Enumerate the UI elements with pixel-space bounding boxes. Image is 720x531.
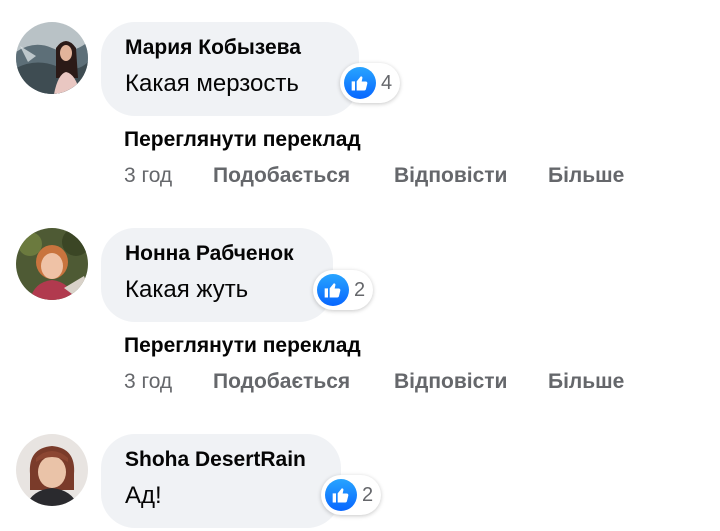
reaction-number: 4 bbox=[381, 71, 393, 94]
like-icon bbox=[344, 67, 376, 99]
avatar[interactable] bbox=[16, 22, 88, 94]
like-button[interactable]: Подобається bbox=[213, 370, 350, 394]
avatar[interactable] bbox=[16, 228, 88, 300]
see-translation-link[interactable]: Переглянути переклад bbox=[124, 128, 361, 152]
comment-author[interactable]: Нонна Рабченок bbox=[125, 241, 309, 267]
avatar[interactable] bbox=[16, 434, 88, 506]
reaction-count[interactable]: 2 bbox=[321, 475, 382, 515]
reaction-count[interactable]: 2 bbox=[313, 270, 374, 310]
comment-text: Ад! bbox=[125, 482, 162, 509]
like-button[interactable]: Подобається bbox=[213, 164, 350, 188]
comment-timestamp[interactable]: 3 год bbox=[124, 164, 172, 188]
more-button[interactable]: Більше bbox=[548, 370, 624, 394]
reaction-number: 2 bbox=[354, 278, 366, 301]
comment-timestamp[interactable]: 3 год bbox=[124, 370, 172, 394]
comment-bubble: Shoha DesertRain Ад! bbox=[101, 434, 341, 528]
see-translation-link[interactable]: Переглянути переклад bbox=[124, 334, 361, 358]
like-icon bbox=[317, 274, 349, 306]
reaction-number: 2 bbox=[362, 483, 374, 506]
like-icon bbox=[325, 479, 357, 511]
comment-bubble: Мария Кобызева Какая мерзость bbox=[101, 22, 359, 116]
comment-bubble: Нонна Рабченок Какая жуть bbox=[101, 228, 333, 322]
reply-button[interactable]: Відповісти bbox=[394, 164, 507, 188]
comment-text: Какая жуть bbox=[125, 276, 249, 303]
comments-feed: Мария Кобызева Какая мерзость 4 Переглян… bbox=[0, 0, 720, 531]
comment-author[interactable]: Мария Кобызева bbox=[125, 35, 335, 61]
reaction-count[interactable]: 4 bbox=[340, 63, 401, 103]
more-button[interactable]: Більше bbox=[548, 164, 624, 188]
reply-button[interactable]: Відповісти bbox=[394, 370, 507, 394]
comment-author[interactable]: Shoha DesertRain bbox=[125, 447, 317, 473]
comment-text: Какая мерзость bbox=[125, 70, 299, 97]
